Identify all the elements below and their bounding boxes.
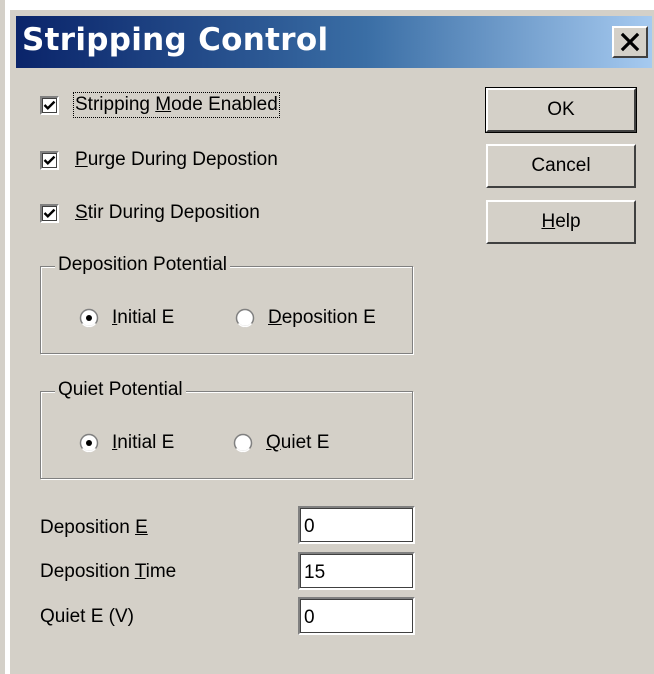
title-bar[interactable]: Stripping Control [16, 16, 652, 68]
deposition-e-label: Deposition E [40, 517, 148, 538]
quiet-e-label: Quiet E (V) [40, 606, 134, 627]
deposition-potential-group: Deposition Potential Initial E Depositio… [40, 254, 413, 354]
quiet-e-input[interactable] [298, 597, 415, 635]
deposition-initial-e-radio[interactable]: Initial E [79, 307, 174, 329]
deposition-e-input[interactable] [298, 506, 415, 544]
close-button[interactable] [612, 26, 648, 58]
purge-during-deposition-label: Purge During Depostion [75, 149, 278, 170]
ok-button[interactable]: OK [485, 87, 637, 133]
group-title: Deposition Potential [55, 254, 230, 276]
cancel-button[interactable]: Cancel [486, 144, 636, 188]
check-icon [43, 100, 56, 110]
dialog-window: Stripping Control Stripping Mode Enabled… [0, 0, 654, 674]
radio-label: Initial E [112, 432, 175, 453]
deposition-time-label: Deposition Time [40, 561, 177, 582]
purge-during-deposition-checkbox[interactable]: Purge During Depostion [40, 149, 278, 171]
stir-during-deposition-label: Stir During Deposition [75, 202, 260, 223]
quiet-potential-group: Quiet Potential Initial E Quiet E [40, 379, 413, 479]
radio-unselected-icon[interactable] [235, 308, 255, 328]
radio-label: Quiet E [266, 432, 330, 453]
radio-selected-icon[interactable] [79, 308, 99, 328]
check-icon [43, 155, 56, 165]
radio-label: Deposition E [268, 307, 376, 328]
radio-unselected-icon[interactable] [233, 433, 253, 453]
deposition-time-input[interactable] [298, 552, 415, 590]
quiet-initial-e-radio[interactable]: Initial E [79, 432, 174, 454]
checkbox-box[interactable] [40, 150, 59, 170]
check-icon [43, 208, 56, 218]
close-icon [620, 32, 640, 52]
group-title: Quiet Potential [55, 379, 186, 401]
radio-selected-icon[interactable] [79, 433, 99, 453]
stir-during-deposition-checkbox[interactable]: Stir During Deposition [40, 202, 260, 224]
radio-label: Initial E [112, 307, 175, 328]
quiet-quiet-e-radio[interactable]: Quiet E [233, 432, 329, 454]
help-button[interactable]: Help [486, 200, 636, 244]
checkbox-box[interactable] [40, 95, 59, 115]
stripping-mode-checkbox[interactable]: Stripping Mode Enabled [40, 92, 280, 118]
stripping-mode-label: Stripping Mode Enabled [73, 92, 280, 118]
dialog-title: Stripping Control [22, 22, 329, 58]
deposition-deposition-e-radio[interactable]: Deposition E [235, 307, 376, 329]
checkbox-box[interactable] [40, 203, 59, 223]
